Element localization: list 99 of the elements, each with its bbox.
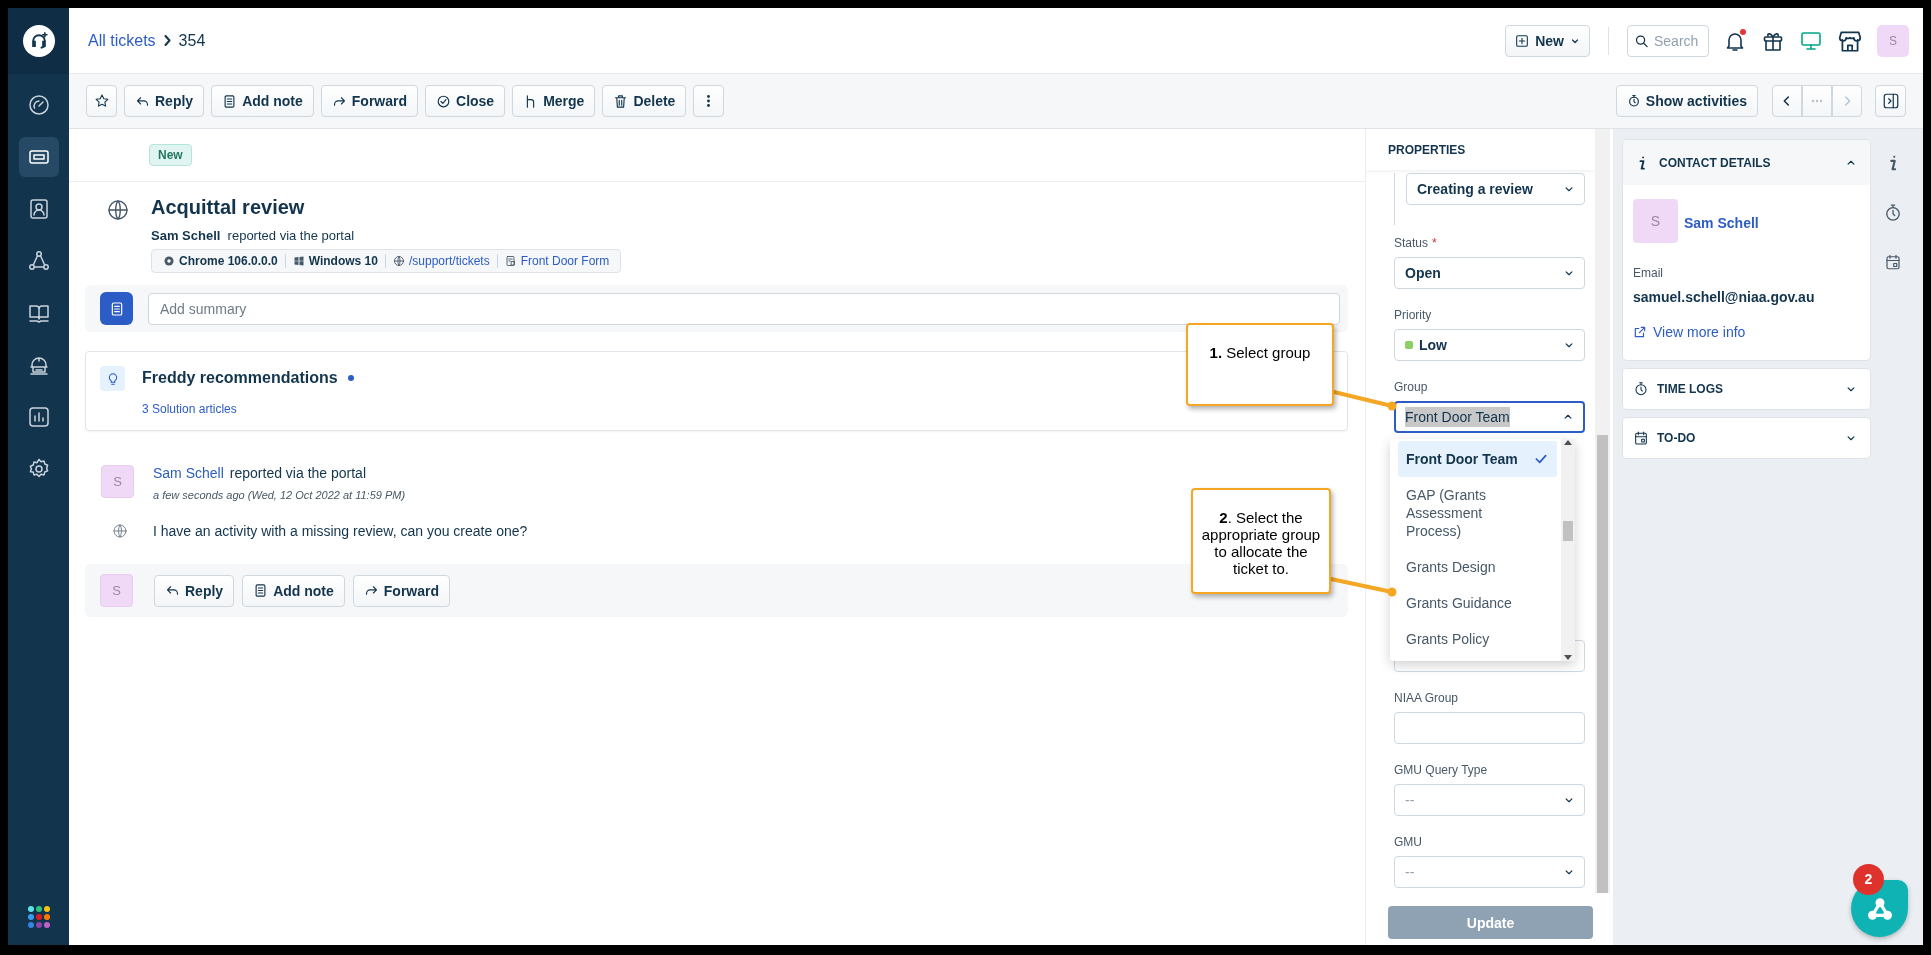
forward-arrow-icon (363, 583, 379, 598)
field-label: Group (1394, 380, 1429, 395)
required-asterisk: * (1432, 236, 1437, 250)
stopwatch-icon (1883, 203, 1903, 223)
headset-logo-icon[interactable] (22, 25, 55, 57)
scroll-down-arrow-icon[interactable] (1564, 655, 1572, 661)
calendar-button[interactable] (1884, 253, 1902, 271)
show-activities-button[interactable]: Show activities (1615, 85, 1758, 117)
toolbar-button[interactable]: Reply (124, 85, 205, 117)
breadcrumb-link[interactable]: All tickets (88, 31, 156, 50)
note-icon (253, 583, 269, 598)
reply-bar-button[interactable]: Forward (352, 574, 450, 607)
select-field[interactable]: Creating a review (1406, 173, 1585, 205)
panel-icon (1881, 92, 1900, 110)
author-avatar: S (101, 465, 134, 498)
message-body: I have an activity with a missing review, can you create one? (153, 523, 528, 539)
more-icon (707, 95, 711, 107)
globe-icon (112, 523, 128, 539)
external-link-icon (1633, 325, 1647, 339)
toolbar-button[interactable]: Close (425, 85, 506, 117)
toolbar-button[interactable]: Forward (320, 85, 418, 117)
dropdown-option[interactable]: GAP (Grants Assessment Process) (1398, 477, 1557, 549)
dropdown-option[interactable]: Grants Policy (1398, 621, 1557, 657)
meta-link[interactable]: /support/tickets (384, 254, 497, 268)
star-icon (93, 93, 110, 109)
widget-title[interactable]: TIME LOGS (1657, 382, 1836, 396)
summary-input[interactable]: Add summary (148, 292, 1340, 325)
form-icon (504, 255, 517, 267)
widget-title[interactable]: TO-DO (1657, 431, 1836, 445)
star-button[interactable] (86, 85, 117, 117)
status-badge: New (149, 144, 192, 166)
scroll-up-arrow-icon[interactable] (1564, 439, 1572, 445)
message-source: reported via the portal (229, 465, 366, 481)
scrollbar[interactable] (1595, 129, 1610, 893)
meta-link[interactable]: Front Door Form (496, 254, 617, 268)
scrollbar-thumb[interactable] (1563, 521, 1573, 541)
gauge-icon (26, 93, 51, 117)
meta-label: Chrome 106.0.0.0 (156, 254, 285, 268)
panel-title: PROPERTIES (1366, 129, 1595, 170)
field-label: NIAA Group (1394, 691, 1460, 706)
network-icon (26, 249, 51, 273)
globe-icon (106, 198, 130, 222)
callout: 1. Select group (1186, 323, 1334, 406)
windows-icon (292, 255, 305, 267)
calendar-icon (1884, 253, 1902, 271)
scrollbar[interactable] (1561, 439, 1575, 661)
dropdown-option[interactable]: Grants Design (1398, 549, 1557, 585)
summary-button[interactable] (100, 292, 133, 325)
new-button[interactable]: New (1505, 24, 1590, 57)
card-title: Freddy recommendations (142, 369, 338, 387)
calendar-icon (1633, 430, 1649, 446)
bar-chart-icon (26, 405, 51, 429)
ticket-title: Acquittal review (151, 196, 306, 219)
field-label: Priority (1394, 308, 1433, 323)
leader-line (1329, 577, 1397, 597)
search-field[interactable]: Search (1627, 24, 1709, 57)
solution-articles-link[interactable]: 3 Solution articles (142, 402, 237, 416)
author-link[interactable]: Sam Schell (153, 465, 224, 481)
email-value: samuel.schell@niaa.gov.au (1633, 289, 1816, 305)
dropdown-option[interactable]: Grants Guidance (1398, 585, 1557, 621)
meta-label: Windows 10 (284, 254, 385, 268)
field-label: GMU (1394, 835, 1423, 850)
timer-button[interactable] (1883, 203, 1903, 223)
timer-icon (1626, 94, 1641, 108)
select-field[interactable]: Low (1394, 329, 1585, 361)
toolbar-button[interactable]: Add note (211, 85, 314, 117)
field-label: GMU Query Type (1394, 763, 1489, 778)
scrollbar-thumb[interactable] (1597, 435, 1608, 893)
stopwatch-icon (1633, 381, 1649, 397)
field-label: Status * (1394, 236, 1438, 251)
chevron-right-icon (163, 35, 171, 46)
reporter-line: Sam Schell reported via the portal (151, 228, 356, 243)
status-dot (347, 375, 354, 381)
reply-bar-button[interactable]: Reply (154, 574, 235, 607)
text-field[interactable] (1394, 712, 1585, 744)
browser-icon (163, 255, 175, 267)
ticket-number: 354 (178, 31, 206, 50)
reply-arrow-icon (165, 583, 180, 598)
globe-icon (392, 255, 405, 267)
select-field[interactable]: Open (1394, 257, 1585, 289)
reply-bar-button[interactable]: Add note (242, 574, 345, 607)
sidebar-item[interactable] (18, 137, 59, 177)
email-label: Email (1633, 266, 1664, 280)
toolbar-button[interactable]: Delete (602, 85, 687, 117)
trash-icon (613, 93, 629, 109)
panel-toggle-button[interactable] (1875, 85, 1906, 117)
view-more-link[interactable]: View more info (1633, 324, 1746, 340)
note-icon (222, 93, 238, 109)
toolbar-button[interactable]: Merge (512, 85, 596, 117)
callout: 2. Select the appropriate group to allocate the ticket to. (1191, 488, 1331, 594)
contact-name-link[interactable]: Sam Schell (1684, 202, 1759, 243)
plus-square-icon (1514, 32, 1531, 49)
select-field[interactable]: Front Door Team (1394, 401, 1585, 433)
message-time: a few seconds ago (Wed, 12 Oct 2022 at 11:59 PM) (153, 489, 407, 501)
agent-avatar: S (100, 574, 133, 607)
contact-avatar: S (1633, 199, 1678, 243)
check-circle-icon (436, 93, 451, 109)
dropdown-option[interactable]: Front Door Team (1398, 441, 1557, 477)
apps-grid-icon[interactable] (26, 905, 51, 929)
